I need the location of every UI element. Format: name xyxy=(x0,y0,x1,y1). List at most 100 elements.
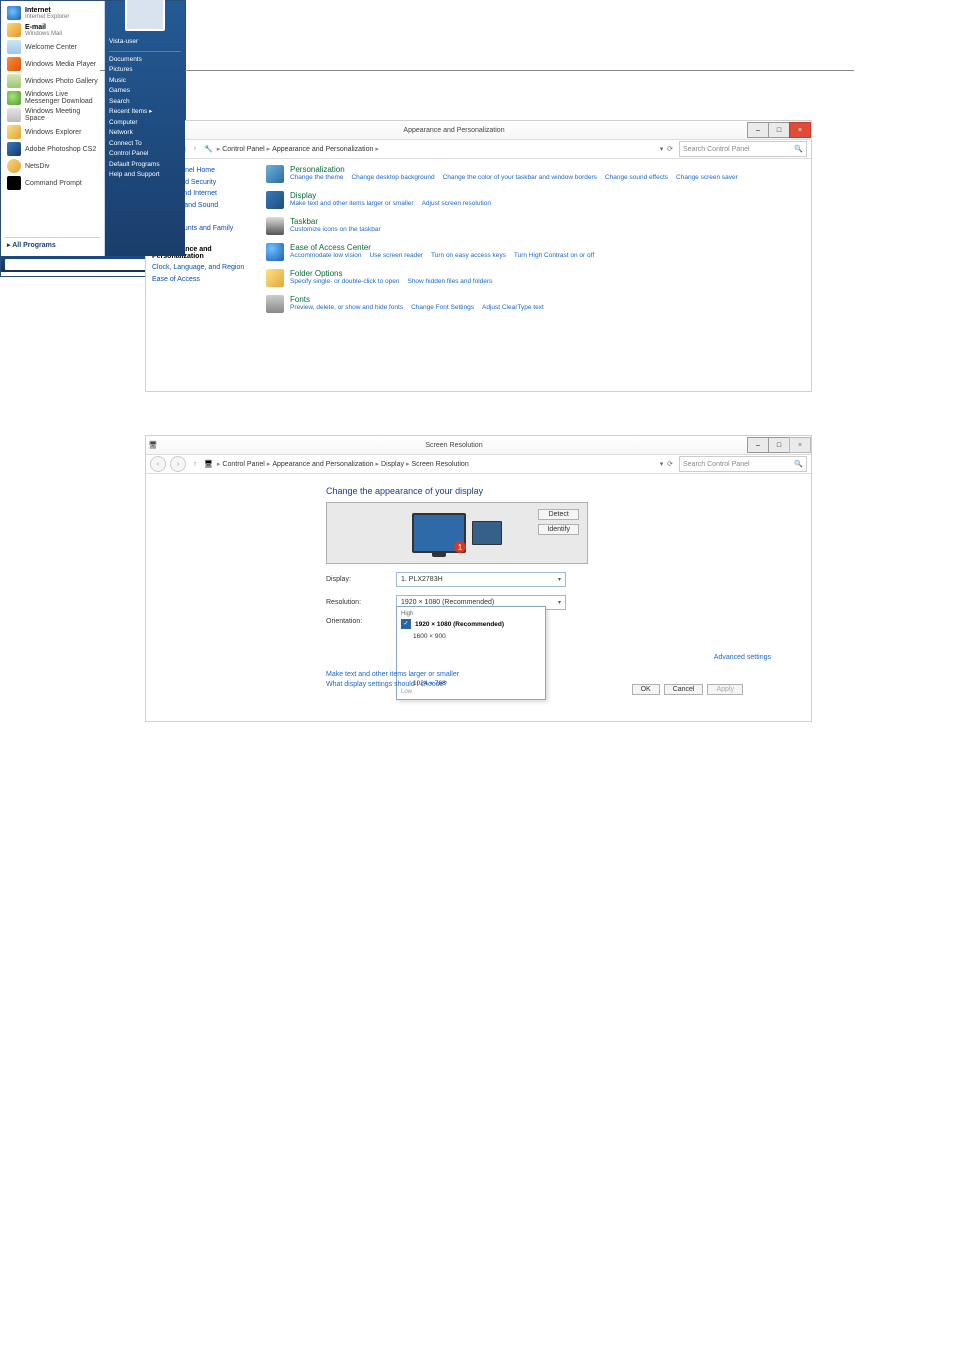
category-heading[interactable]: Fonts xyxy=(290,295,803,304)
start-place[interactable]: Computer xyxy=(109,120,181,127)
popup-low-label: Low xyxy=(401,689,541,695)
monitor-1-icon[interactable]: 1 xyxy=(412,513,466,553)
start-place[interactable]: Network xyxy=(109,130,181,137)
identify-button[interactable]: Identify xyxy=(538,524,579,535)
advanced-settings-link[interactable]: Advanced settings xyxy=(714,654,771,661)
category-link[interactable]: Adjust ClearType text xyxy=(482,304,544,312)
crumb-4[interactable]: Screen Resolution xyxy=(412,461,469,468)
category-heading[interactable]: Personalization xyxy=(290,165,803,174)
forward-button[interactable]: › xyxy=(170,456,186,472)
all-programs[interactable]: All Programs xyxy=(5,237,100,252)
start-item[interactable]: NetsDiv xyxy=(5,158,100,174)
cancel-button[interactable]: Cancel xyxy=(664,684,704,695)
start-item[interactable]: Windows Explorer xyxy=(5,124,100,140)
start-item[interactable]: InternetInternet Explorer xyxy=(5,5,100,21)
category-heading[interactable]: Taskbar xyxy=(290,217,803,226)
start-place[interactable]: Pictures xyxy=(109,67,181,74)
category-link[interactable]: Change the color of your taskbar and win… xyxy=(443,174,597,182)
refresh-button[interactable]: ▾ ⟳ xyxy=(651,460,675,468)
category-link[interactable]: Preview, delete, or show and hide fonts xyxy=(290,304,403,312)
start-item[interactable]: Windows Photo Gallery xyxy=(5,73,100,89)
titlebar[interactable]: 🖥 Screen Resolution – □ × xyxy=(146,436,811,455)
crumb-3[interactable]: Display xyxy=(381,461,404,468)
start-item[interactable]: Command Prompt xyxy=(5,175,100,191)
category-link[interactable]: Adjust screen resolution xyxy=(422,200,491,208)
monitor-2-icon[interactable] xyxy=(472,521,502,545)
start-search-input[interactable] xyxy=(5,259,146,270)
popup-option-1600[interactable]: 1600 × 900 xyxy=(413,633,541,640)
link-make-larger[interactable]: Make text and other items larger or smal… xyxy=(326,670,459,680)
minimize-button[interactable]: – xyxy=(747,437,769,453)
apply-button[interactable]: Apply xyxy=(707,684,743,695)
start-place[interactable]: Vista-user xyxy=(109,39,181,46)
screen-resolution-window: 🖥 Screen Resolution – □ × ‹ › ↑ 🖥 ▸ Cont… xyxy=(145,435,812,722)
category-link[interactable]: Turn High Contrast on or off xyxy=(514,252,594,260)
start-place[interactable]: Connect To xyxy=(109,141,181,148)
check-icon: ✓ xyxy=(401,619,411,629)
category-link[interactable]: Specify single- or double-click to open xyxy=(290,278,399,286)
ok-button[interactable]: OK xyxy=(632,684,660,695)
start-item[interactable]: E-mailWindows Mail xyxy=(5,22,100,38)
category-link[interactable]: Turn on easy access keys xyxy=(431,252,506,260)
category-link[interactable]: Use screen reader xyxy=(370,252,423,260)
start-place[interactable]: Search xyxy=(109,99,181,106)
start-place[interactable]: Recent Items ▸ xyxy=(109,109,181,116)
crumb-2[interactable]: Appearance and Personalization xyxy=(272,146,373,153)
category-link[interactable]: Change screen saver xyxy=(676,174,738,182)
breadcrumb-icon: 🔧 xyxy=(204,145,213,153)
sidebar-item-ease[interactable]: Ease of Access xyxy=(152,276,252,284)
breadcrumb[interactable]: ▸ Control Panel ▸ Appearance and Persona… xyxy=(217,460,647,468)
monitor-preview[interactable]: 1 Detect Identify xyxy=(326,502,588,564)
refresh-button[interactable]: ▾ ⟳ xyxy=(651,145,675,153)
category-heading[interactable]: Folder Options xyxy=(290,269,803,278)
back-button[interactable]: ‹ xyxy=(150,456,166,472)
category-link[interactable]: Change desktop background xyxy=(351,174,434,182)
category-link[interactable]: Make text and other items larger or smal… xyxy=(290,200,414,208)
window-title: Appearance and Personalization xyxy=(160,127,748,134)
start-item[interactable]: Adobe Photoshop CS2 xyxy=(5,141,100,157)
breadcrumb[interactable]: ▸ Control Panel ▸ Appearance and Persona… xyxy=(217,145,647,153)
start-place[interactable]: Music xyxy=(109,78,181,85)
popup-recommended[interactable]: 1920 × 1080 (Recommended) xyxy=(415,621,504,628)
category-link[interactable]: Change the theme xyxy=(290,174,343,182)
crumb-1[interactable]: Control Panel xyxy=(222,146,264,153)
crumb-2[interactable]: Appearance and Personalization xyxy=(272,461,373,468)
user-avatar-icon[interactable] xyxy=(125,0,165,31)
monitor-badge: 1 xyxy=(454,541,466,553)
start-item[interactable]: Welcome Center xyxy=(5,39,100,55)
start-item[interactable]: Windows Live Messenger Download xyxy=(5,90,100,106)
search-icon: 🔍 xyxy=(794,460,803,468)
category-heading[interactable]: Display xyxy=(290,191,803,200)
maximize-button[interactable]: □ xyxy=(768,437,790,453)
start-place[interactable]: Games xyxy=(109,88,181,95)
start-place[interactable]: Control Panel xyxy=(109,151,181,158)
start-item[interactable]: Windows Media Player xyxy=(5,56,100,72)
start-place[interactable]: Help and Support xyxy=(109,172,181,179)
close-button[interactable]: × xyxy=(789,437,811,453)
close-button[interactable]: × xyxy=(789,122,811,138)
minimize-button[interactable]: – xyxy=(747,122,769,138)
category-link[interactable]: Show hidden files and folders xyxy=(407,278,492,286)
category-display: DisplayMake text and other items larger … xyxy=(266,191,803,209)
category-link[interactable]: Change sound effects xyxy=(605,174,668,182)
sidebar-item-clock[interactable]: Clock, Language, and Region xyxy=(152,264,252,272)
category-heading[interactable]: Ease of Access Center xyxy=(290,243,803,252)
category-link[interactable]: Accommodate low vision xyxy=(290,252,362,260)
detect-button[interactable]: Detect xyxy=(538,509,579,520)
search-placeholder: Search Control Panel xyxy=(683,146,750,153)
maximize-button[interactable]: □ xyxy=(768,122,790,138)
start-item[interactable]: Windows Meeting Space xyxy=(5,107,100,123)
category-link[interactable]: Customize icons on the taskbar xyxy=(290,226,381,234)
display-select[interactable]: 1. PLX2783H▾ xyxy=(396,572,566,587)
category-link[interactable]: Change Font Settings xyxy=(411,304,474,312)
link-what-settings[interactable]: What display settings should I choose? xyxy=(326,680,459,690)
up-button[interactable]: ↑ xyxy=(190,461,200,468)
start-place[interactable]: Default Programs xyxy=(109,162,181,169)
titlebar[interactable]: 🔧 Appearance and Personalization – □ × xyxy=(146,121,811,140)
search-input[interactable]: Search Control Panel 🔍 xyxy=(679,141,807,157)
up-button[interactable]: ↑ xyxy=(190,146,200,153)
search-input[interactable]: Search Control Panel 🔍 xyxy=(679,456,807,472)
appearance-personalization-window: 🔧 Appearance and Personalization – □ × ‹… xyxy=(145,120,812,392)
crumb-1[interactable]: Control Panel xyxy=(222,461,264,468)
start-place[interactable]: Documents xyxy=(109,57,181,64)
